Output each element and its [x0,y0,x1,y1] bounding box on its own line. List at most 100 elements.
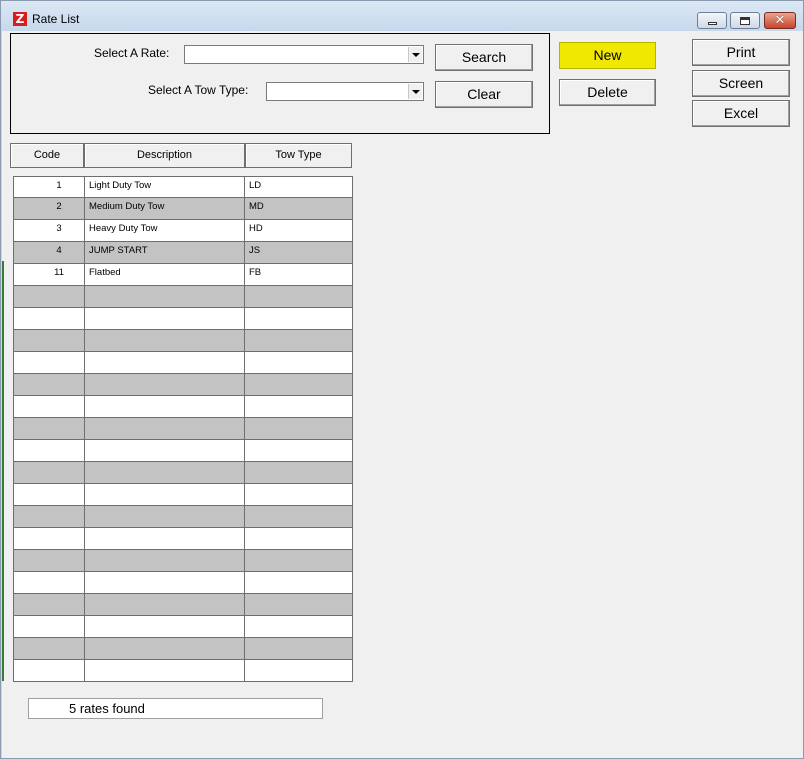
description-cell[interactable]: Flatbed [85,264,245,286]
minimize-button[interactable] [697,12,727,29]
code-cell[interactable] [13,528,85,550]
select-tow-type-dropdown[interactable] [266,82,424,101]
tow-type-cell[interactable] [245,594,353,616]
table-row[interactable] [13,660,353,682]
code-cell[interactable] [13,330,85,352]
table-row[interactable] [13,396,353,418]
tow-type-cell[interactable] [245,506,353,528]
code-cell[interactable] [13,572,85,594]
delete-button[interactable]: Delete [559,79,656,106]
description-cell[interactable] [85,374,245,396]
column-header-tow-type[interactable]: Tow Type [245,143,352,168]
table-row[interactable] [13,550,353,572]
tow-type-cell[interactable] [245,550,353,572]
tow-type-cell[interactable]: MD [245,198,353,220]
select-rate-dropdown[interactable] [184,45,424,64]
code-cell[interactable] [13,418,85,440]
description-cell[interactable]: Light Duty Tow [85,176,245,198]
tow-type-cell[interactable]: LD [245,176,353,198]
code-cell[interactable]: 3 [13,220,85,242]
code-cell[interactable] [13,638,85,660]
table-row[interactable] [13,528,353,550]
table-row[interactable]: 3 Heavy Duty Tow HD [13,220,353,242]
tow-type-cell[interactable] [245,572,353,594]
table-row[interactable] [13,374,353,396]
code-cell[interactable] [13,440,85,462]
description-cell[interactable] [85,572,245,594]
chevron-down-icon[interactable] [408,84,422,99]
description-cell[interactable] [85,638,245,660]
table-row[interactable] [13,440,353,462]
tow-type-cell[interactable] [245,440,353,462]
code-cell[interactable] [13,352,85,374]
search-button[interactable]: Search [435,44,533,71]
table-row[interactable] [13,330,353,352]
description-cell[interactable] [85,462,245,484]
screen-button[interactable]: Screen [692,70,790,97]
code-cell[interactable] [13,594,85,616]
description-cell[interactable] [85,440,245,462]
table-row[interactable] [13,286,353,308]
close-button[interactable]: ✕ [764,12,796,29]
code-cell[interactable] [13,462,85,484]
code-cell[interactable]: 11 [13,264,85,286]
new-button[interactable]: New [559,42,656,69]
table-row[interactable]: 11 Flatbed FB [13,264,353,286]
tow-type-cell[interactable]: FB [245,264,353,286]
table-row[interactable]: 2 Medium Duty Tow MD [13,198,353,220]
tow-type-cell[interactable] [245,616,353,638]
table-row[interactable] [13,418,353,440]
table-row[interactable]: 4 JUMP START JS [13,242,353,264]
code-cell[interactable] [13,660,85,682]
description-cell[interactable] [85,308,245,330]
description-cell[interactable] [85,330,245,352]
description-cell[interactable]: JUMP START [85,242,245,264]
code-cell[interactable]: 2 [13,198,85,220]
table-row[interactable]: 1 Light Duty Tow LD [13,176,353,198]
table-row[interactable] [13,462,353,484]
table-row[interactable] [13,572,353,594]
description-cell[interactable]: Medium Duty Tow [85,198,245,220]
description-cell[interactable] [85,484,245,506]
column-header-code[interactable]: Code [10,143,84,168]
code-cell[interactable] [13,374,85,396]
code-cell[interactable] [13,484,85,506]
description-cell[interactable] [85,528,245,550]
description-cell[interactable] [85,594,245,616]
print-button[interactable]: Print [692,39,790,66]
description-cell[interactable] [85,506,245,528]
clear-button[interactable]: Clear [435,81,533,108]
column-header-description[interactable]: Description [84,143,245,168]
tow-type-cell[interactable]: JS [245,242,353,264]
tow-type-cell[interactable]: HD [245,220,353,242]
code-cell[interactable] [13,506,85,528]
description-cell[interactable] [85,660,245,682]
code-cell[interactable]: 1 [13,176,85,198]
excel-button[interactable]: Excel [692,100,790,127]
tow-type-cell[interactable] [245,308,353,330]
table-row[interactable] [13,506,353,528]
code-cell[interactable] [13,396,85,418]
table-row[interactable] [13,638,353,660]
table-row[interactable] [13,484,353,506]
description-cell[interactable] [85,418,245,440]
tow-type-cell[interactable] [245,660,353,682]
description-cell[interactable] [85,550,245,572]
tow-type-cell[interactable] [245,462,353,484]
tow-type-cell[interactable] [245,484,353,506]
table-row[interactable] [13,616,353,638]
code-cell[interactable] [13,550,85,572]
description-cell[interactable] [85,396,245,418]
description-cell[interactable] [85,616,245,638]
title-bar[interactable]: Z Rate List ✕ [1,1,803,31]
code-cell[interactable] [13,616,85,638]
table-row[interactable] [13,352,353,374]
tow-type-cell[interactable] [245,528,353,550]
tow-type-cell[interactable] [245,418,353,440]
chevron-down-icon[interactable] [408,47,422,62]
description-cell[interactable] [85,352,245,374]
tow-type-cell[interactable] [245,396,353,418]
tow-type-cell[interactable] [245,330,353,352]
tow-type-cell[interactable] [245,286,353,308]
description-cell[interactable] [85,286,245,308]
